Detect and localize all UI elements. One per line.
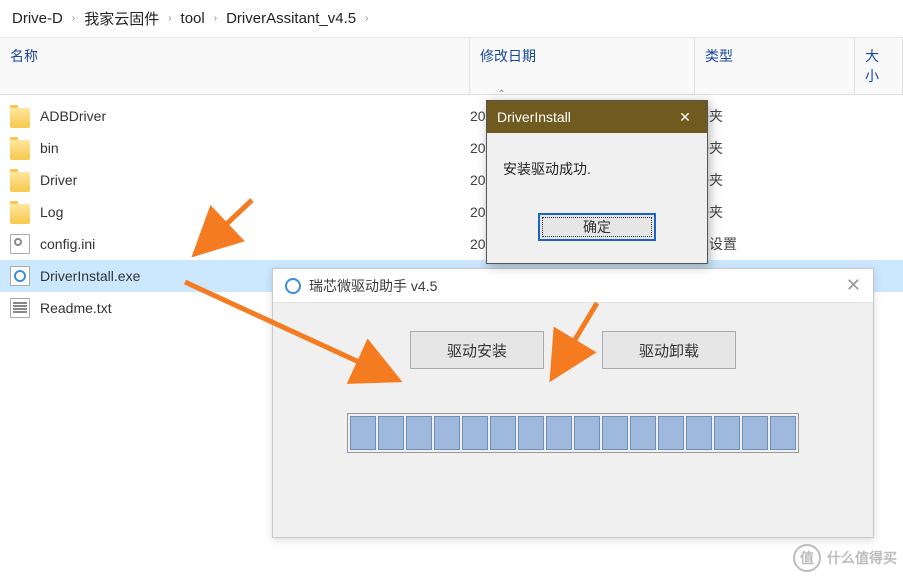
driver-assist-window: 瑞芯微驱动助手 v4.5 ✕ 驱动安装 驱动卸载 <box>272 268 874 538</box>
uninstall-driver-button[interactable]: 驱动卸载 <box>602 331 736 369</box>
assist-titlebar[interactable]: 瑞芯微驱动助手 v4.5 ✕ <box>273 269 873 303</box>
column-headers: 名称 修改日期 类型 大小 <box>0 38 903 95</box>
progress-segment <box>462 416 488 450</box>
file-name: bin <box>40 140 470 156</box>
file-name: ADBDriver <box>40 108 470 124</box>
file-row[interactable]: bin20件夹 <box>0 132 903 164</box>
assist-title: 瑞芯微驱动助手 v4.5 <box>309 276 437 296</box>
progress-segment <box>546 416 572 450</box>
progress-segment <box>742 416 768 450</box>
file-row[interactable]: ADBDriver20件夹 <box>0 100 903 132</box>
message-dialog: DriverInstall ✕ 安装驱动成功. 确定 <box>486 100 708 264</box>
progress-segment <box>574 416 600 450</box>
ok-button[interactable]: 确定 <box>538 213 656 241</box>
progress-segment <box>434 416 460 450</box>
progress-segment <box>658 416 684 450</box>
dialog-titlebar[interactable]: DriverInstall ✕ <box>487 101 707 133</box>
close-icon[interactable]: ✕ <box>673 109 697 126</box>
progress-bar <box>347 413 799 453</box>
file-type: 件夹 <box>695 202 855 222</box>
breadcrumb-item[interactable]: tool <box>181 10 205 27</box>
progress-segment <box>602 416 628 450</box>
file-type: 置设置 <box>695 234 855 254</box>
exe-icon <box>10 266 30 286</box>
progress-segment <box>686 416 712 450</box>
breadcrumb[interactable]: Drive-D › 我家云固件 › tool › DriverAssitant_v4.5 › <box>0 0 903 38</box>
col-header-date[interactable]: 修改日期 <box>470 38 695 94</box>
chevron-right-icon: › <box>165 13 174 24</box>
ini-icon <box>10 234 30 254</box>
progress-segment <box>406 416 432 450</box>
progress-segment <box>770 416 796 450</box>
chevron-right-icon: › <box>69 13 78 24</box>
close-icon[interactable]: ✕ <box>846 275 861 296</box>
progress-segment <box>630 416 656 450</box>
breadcrumb-item[interactable]: 我家云固件 <box>84 8 159 29</box>
chevron-right-icon: › <box>211 13 220 24</box>
breadcrumb-item[interactable]: DriverAssitant_v4.5 <box>226 10 356 27</box>
folder-icon <box>10 172 30 192</box>
dialog-title: DriverInstall <box>497 109 571 125</box>
col-header-type[interactable]: 类型 <box>695 38 855 94</box>
install-driver-button[interactable]: 驱动安装 <box>410 331 544 369</box>
file-row[interactable]: Log20件夹 <box>0 196 903 228</box>
folder-icon <box>10 108 30 128</box>
col-header-size[interactable]: 大小 <box>855 38 903 94</box>
dialog-message: 安装驱动成功. <box>487 133 707 195</box>
progress-segment <box>490 416 516 450</box>
file-name: config.ini <box>40 236 470 252</box>
file-name: Driver <box>40 172 470 188</box>
txt-icon <box>10 298 30 318</box>
file-name: Log <box>40 204 470 220</box>
file-type: 件夹 <box>695 106 855 126</box>
col-header-name[interactable]: 名称 <box>0 38 470 94</box>
progress-segment <box>350 416 376 450</box>
progress-segment <box>378 416 404 450</box>
progress-segment <box>518 416 544 450</box>
app-logo-icon <box>285 278 301 294</box>
file-type: 件夹 <box>695 138 855 158</box>
folder-icon <box>10 140 30 160</box>
progress-segment <box>714 416 740 450</box>
folder-icon <box>10 204 30 224</box>
watermark-badge-icon: 值 <box>793 544 821 572</box>
file-row[interactable]: Driver20件夹 <box>0 164 903 196</box>
chevron-right-icon: › <box>362 13 371 24</box>
file-row[interactable]: config.ini20置设置 <box>0 228 903 260</box>
watermark: 值 什么值得买 <box>793 544 897 572</box>
file-type: 件夹 <box>695 170 855 190</box>
breadcrumb-item[interactable]: Drive-D <box>12 10 63 27</box>
